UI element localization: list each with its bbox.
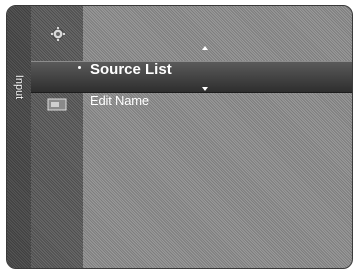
selection-bullet: [78, 66, 81, 69]
scroll-down-arrow-icon[interactable]: [202, 87, 208, 91]
tv-icon[interactable]: [47, 98, 67, 112]
icon-column: [31, 6, 83, 268]
sidebar-title: Input: [7, 62, 31, 112]
sidebar: Input: [7, 6, 31, 268]
menu-item-edit-name[interactable]: Edit Name: [90, 93, 149, 108]
sidebar-title-text: Input: [13, 74, 25, 100]
scroll-up-arrow-icon[interactable]: [202, 46, 208, 50]
tv-menu-screen: Input: [6, 5, 353, 269]
menu-item-source-list[interactable]: Source List: [90, 61, 172, 78]
gear-icon[interactable]: [51, 27, 65, 41]
